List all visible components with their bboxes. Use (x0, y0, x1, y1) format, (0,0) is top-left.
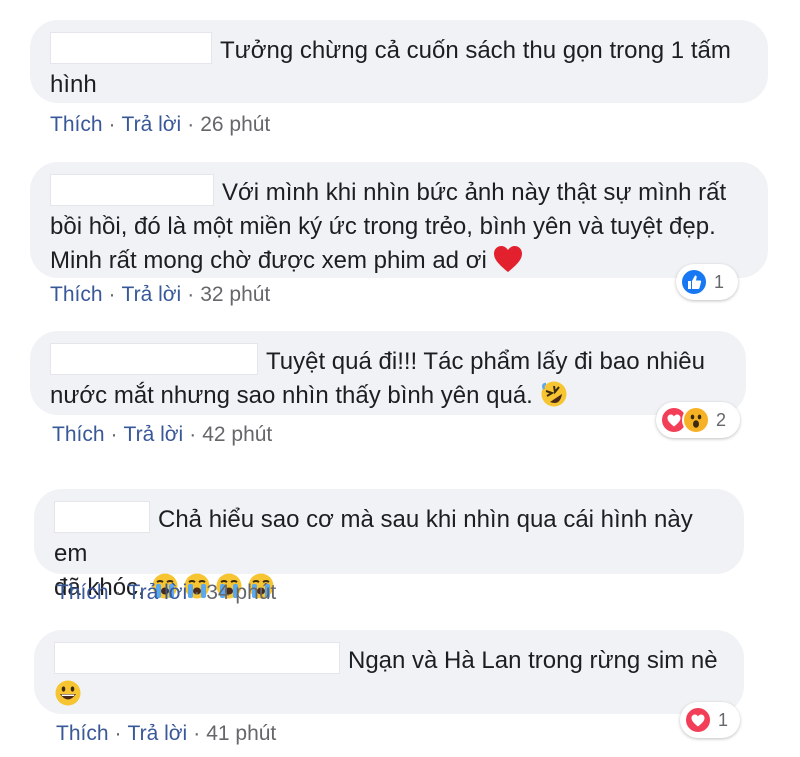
comment-bubble: Ngạn và Hà Lan trong rừng sim nè (34, 630, 744, 714)
redacted-username[interactable] (50, 174, 214, 206)
rolling-laughing-emoji (540, 380, 568, 418)
like-link[interactable]: Thích (50, 283, 103, 306)
like-link[interactable]: Thích (56, 722, 109, 745)
comment-actions: Thích · Trả lời · 34 phút (56, 581, 277, 604)
love-icon (684, 706, 712, 734)
comment-time: 42 phút (202, 423, 273, 446)
redacted-username[interactable] (54, 642, 340, 674)
redacted-username[interactable] (54, 501, 150, 533)
grinning-face-emoji (54, 679, 82, 717)
red-heart-emoji (493, 245, 523, 283)
reaction-summary[interactable]: 1 (680, 702, 740, 738)
comment-text: Ngạn và Hà Lan trong rừng sim nè (348, 647, 718, 674)
reaction-count: 1 (714, 271, 725, 292)
comment-time: 26 phút (200, 113, 271, 136)
comment-actions: Thích · Trả lời · 42 phút (52, 423, 273, 446)
comment-text: bồi hồi, đó là một miền ký ức trong trẻo… (50, 213, 716, 240)
comment-bubble: Tưởng chừng cả cuốn sách thu gọn trong 1… (30, 20, 768, 103)
comment-actions: Thích · Trả lời · 32 phút (50, 283, 271, 306)
reaction-count: 2 (716, 409, 727, 430)
reaction-summary[interactable]: 2 (656, 402, 740, 438)
comment-text: Tuyệt quá đi!!! Tác phẩm lấy đi bao nhiê… (266, 348, 705, 375)
wow-icon (682, 406, 710, 434)
comment-text: hình (50, 71, 97, 98)
comment-time: 32 phút (200, 283, 271, 306)
comment-actions: Thích · Trả lời · 26 phút (50, 113, 271, 136)
reply-link[interactable]: Trả lời (124, 423, 184, 446)
reply-link[interactable]: Trả lời (122, 283, 182, 306)
like-link[interactable]: Thích (56, 581, 109, 604)
comment-text: Minh rất mong chờ được xem phim ad ơi (50, 247, 487, 274)
comment-time: 41 phút (206, 722, 277, 745)
comment-bubble: Với mình khi nhìn bức ảnh này thật sự mì… (30, 162, 768, 278)
reaction-summary[interactable]: 1 (676, 264, 738, 300)
reply-link[interactable]: Trả lời (128, 581, 188, 604)
comment-actions: Thích · Trả lời · 41 phút (56, 722, 277, 745)
comment-time: 34 phút (206, 581, 277, 604)
like-link[interactable]: Thích (50, 113, 103, 136)
comment-text: Với mình khi nhìn bức ảnh này thật sự mì… (222, 179, 727, 206)
like-link[interactable]: Thích (52, 423, 105, 446)
comment-bubble: Tuyệt quá đi!!! Tác phẩm lấy đi bao nhiê… (30, 331, 746, 415)
reply-link[interactable]: Trả lời (128, 722, 188, 745)
comment-text: Tưởng chừng cả cuốn sách thu gọn trong 1… (220, 37, 731, 64)
reaction-count: 1 (718, 709, 729, 730)
redacted-username[interactable] (50, 343, 258, 375)
reply-link[interactable]: Trả lời (122, 113, 182, 136)
redacted-username[interactable] (50, 32, 212, 64)
like-icon (680, 268, 708, 296)
comment-bubble: Chả hiểu sao cơ mà sau khi nhìn qua cái … (34, 489, 744, 601)
comment-text: nước mắt nhưng sao nhìn thấy bình yên qu… (50, 382, 533, 409)
